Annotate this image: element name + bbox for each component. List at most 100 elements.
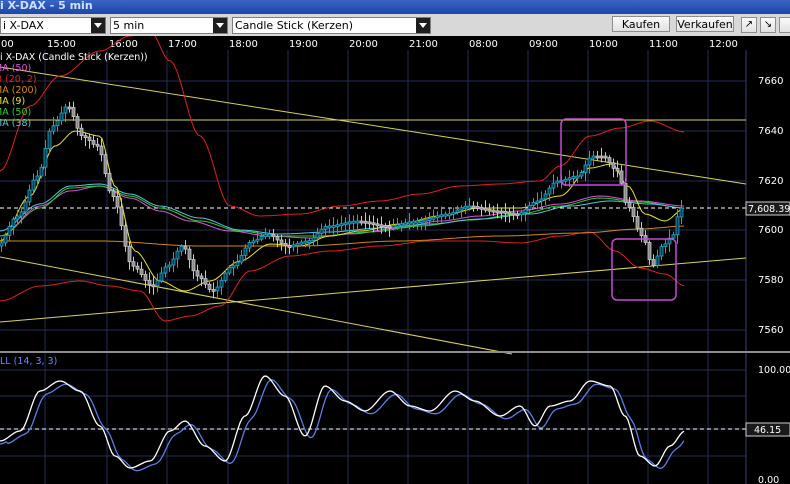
candle-body bbox=[543, 193, 548, 200]
candle-body bbox=[507, 211, 512, 215]
candle-body bbox=[483, 207, 488, 211]
candle-body bbox=[375, 223, 380, 227]
candle-body bbox=[43, 148, 48, 168]
candle-body bbox=[71, 107, 76, 117]
candle-body bbox=[663, 243, 668, 247]
candle-body bbox=[367, 221, 372, 225]
legend-item: i X-DAX (Candle Stick (Kerzen)) bbox=[0, 52, 148, 63]
candle-body bbox=[139, 268, 144, 275]
candle-body bbox=[207, 283, 212, 290]
candle-body bbox=[655, 255, 660, 266]
candle-body bbox=[583, 164, 588, 173]
chevron-down-icon[interactable] bbox=[91, 18, 105, 33]
candle-body bbox=[527, 205, 532, 210]
symbol-select[interactable]: i X-DAX bbox=[0, 17, 106, 34]
candle-body bbox=[447, 213, 452, 217]
candle-body bbox=[423, 219, 428, 223]
candle-body bbox=[459, 207, 464, 211]
candle-body bbox=[51, 125, 56, 132]
candle-body bbox=[55, 120, 60, 127]
candle-body bbox=[419, 220, 424, 224]
candle-body bbox=[339, 223, 344, 227]
candle-body bbox=[91, 140, 96, 145]
candle-body bbox=[523, 209, 528, 214]
candle-body bbox=[395, 224, 400, 228]
candle-body bbox=[199, 275, 204, 280]
candle-body bbox=[263, 233, 268, 237]
trend-down-icon[interactable]: ↘ bbox=[760, 17, 776, 33]
candle-body bbox=[179, 245, 184, 252]
candle-body bbox=[227, 267, 232, 274]
time-tick: 08:00 bbox=[469, 39, 498, 50]
buy-button[interactable]: Kaufen bbox=[612, 16, 670, 32]
candle-body bbox=[371, 222, 376, 226]
candle-body bbox=[515, 213, 520, 217]
candle-body bbox=[231, 265, 236, 269]
price-tick: 7580 bbox=[758, 275, 783, 286]
sell-button[interactable]: Verkaufen bbox=[676, 16, 734, 32]
time-tick: 09:00 bbox=[529, 39, 558, 50]
candle-body bbox=[443, 213, 448, 217]
price-tick: 7560 bbox=[758, 325, 783, 336]
chevron-down-icon[interactable] bbox=[416, 18, 430, 33]
candle-body bbox=[463, 205, 468, 209]
chart-background bbox=[0, 36, 790, 484]
candle-body bbox=[303, 240, 308, 244]
candle-body bbox=[531, 201, 536, 206]
legend-item: MA (50) bbox=[0, 63, 31, 74]
candle-body bbox=[363, 220, 368, 224]
interval-value: 5 min bbox=[113, 19, 145, 32]
candle-body bbox=[203, 278, 208, 285]
price-chart[interactable]: 00 15:00 16:00 17:00 18:00 19:00 20:00 2… bbox=[0, 36, 790, 484]
interval-select[interactable]: 5 min bbox=[110, 17, 228, 34]
candle-body bbox=[323, 226, 328, 230]
candle-body bbox=[383, 225, 388, 228]
candle-body bbox=[331, 225, 336, 228]
candle-body bbox=[163, 266, 168, 274]
candle-body bbox=[427, 218, 432, 221]
candle-body bbox=[183, 245, 188, 250]
candle-body bbox=[359, 220, 364, 224]
candle-body bbox=[587, 157, 592, 166]
chart-type-select[interactable]: Candle Stick (Kerzen) bbox=[232, 17, 431, 34]
candle-body bbox=[235, 261, 240, 267]
window-title: i X-DAX - 5 min bbox=[0, 0, 93, 12]
candle-body bbox=[23, 201, 28, 213]
candle-body bbox=[619, 170, 624, 184]
candle-body bbox=[671, 234, 676, 239]
time-tick: 20:00 bbox=[349, 39, 378, 50]
candle-body bbox=[31, 179, 36, 191]
candle-body bbox=[415, 220, 420, 224]
candle-body bbox=[127, 245, 132, 263]
candle-body bbox=[555, 180, 560, 184]
candle-body bbox=[391, 225, 396, 228]
time-tick: 21:00 bbox=[409, 39, 438, 50]
candle-body bbox=[387, 225, 392, 229]
candle-body bbox=[355, 220, 360, 224]
candle-body bbox=[243, 247, 248, 256]
candle-body bbox=[487, 208, 492, 212]
legend-item: BB (20, 2) bbox=[0, 74, 37, 85]
time-tick: 00 bbox=[1, 39, 14, 50]
candle-body bbox=[135, 265, 140, 270]
trend-up-icon[interactable]: ↗ bbox=[741, 17, 757, 33]
candle-body bbox=[19, 211, 24, 217]
candle-body bbox=[63, 106, 68, 114]
chart-type-value: Candle Stick (Kerzen) bbox=[235, 19, 354, 32]
candle-body bbox=[379, 224, 384, 228]
candle-body bbox=[539, 198, 544, 202]
candle-body bbox=[211, 289, 216, 292]
candle-body bbox=[167, 264, 172, 268]
candle-body bbox=[111, 190, 116, 197]
candle-body bbox=[451, 211, 456, 215]
time-tick: 18:00 bbox=[229, 39, 258, 50]
candle-body bbox=[67, 106, 72, 110]
candle-body bbox=[95, 143, 100, 147]
chevron-down-icon[interactable] bbox=[213, 18, 227, 33]
candle-body bbox=[315, 233, 320, 239]
candle-body bbox=[15, 215, 20, 220]
candle-body bbox=[119, 206, 124, 227]
candle-body bbox=[579, 172, 584, 177]
candle-body bbox=[603, 155, 608, 159]
scroll-right-icon[interactable] bbox=[779, 17, 790, 33]
